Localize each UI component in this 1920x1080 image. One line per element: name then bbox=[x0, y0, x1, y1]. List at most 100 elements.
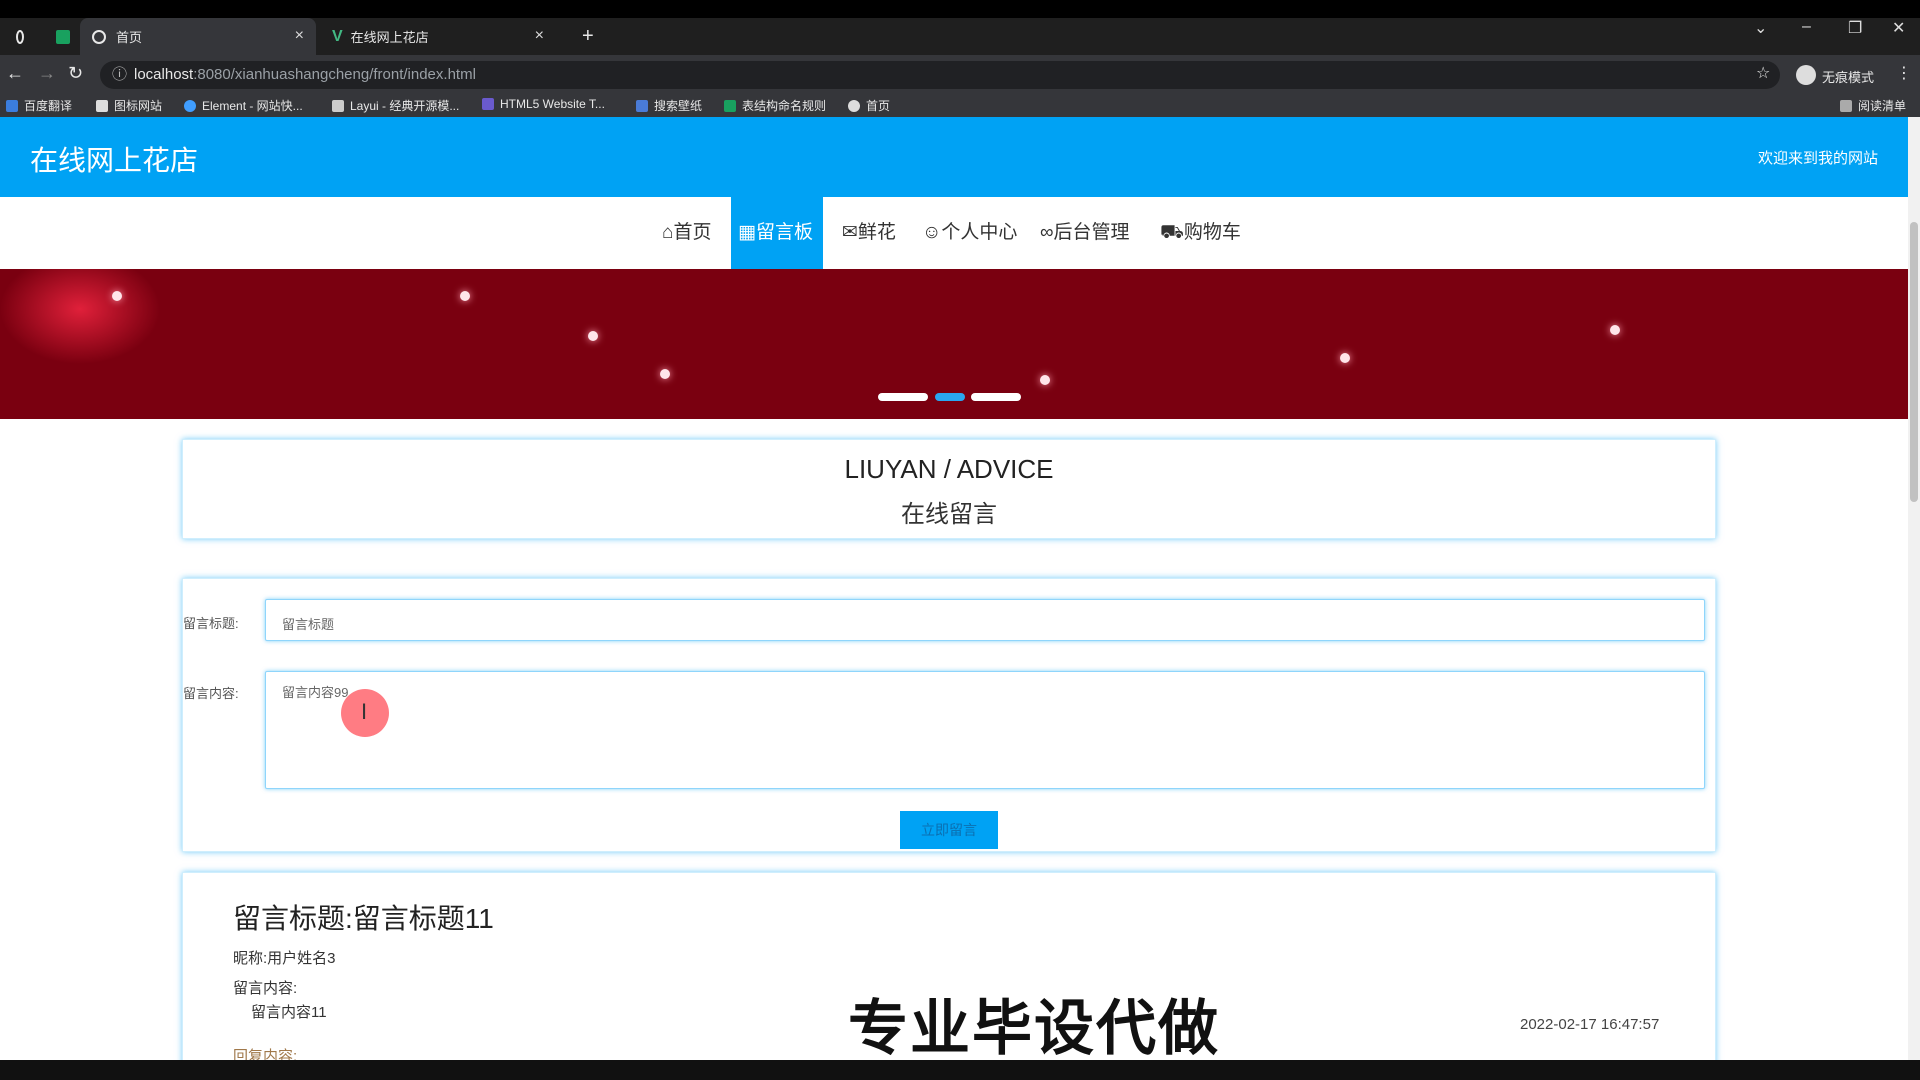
bookmark-label: 表结构命名规则 bbox=[742, 99, 827, 113]
message-title: 留言标题:留言标题11 bbox=[233, 903, 494, 934]
mail-icon: ✉ bbox=[842, 222, 858, 243]
banner-highlight bbox=[1340, 353, 1350, 363]
bookmark-label: 百度翻译 bbox=[24, 99, 73, 113]
banner-highlight bbox=[588, 331, 598, 341]
element-icon bbox=[184, 99, 196, 112]
nav-label: 后台管理 bbox=[1053, 222, 1130, 243]
scrollbar-thumb[interactable] bbox=[1910, 222, 1918, 502]
message-content-textarea[interactable]: 留言内容99 bbox=[265, 671, 1705, 789]
site-title: 在线网上花店 bbox=[30, 145, 199, 176]
bookmark-item[interactable]: 表结构命名规则 bbox=[724, 97, 826, 114]
sheet-icon bbox=[56, 29, 70, 44]
url-host: localhost bbox=[134, 66, 194, 83]
minimize-icon[interactable]: – bbox=[1802, 18, 1811, 36]
text-cursor-icon: I bbox=[361, 699, 368, 724]
nav-item-home[interactable]: ⌂首页 bbox=[652, 197, 722, 269]
cart-icon: ⛟ bbox=[1160, 222, 1184, 243]
advice-heading-card: LIUYAN / ADVICE 在线留言 bbox=[182, 439, 1716, 539]
bookmark-label: Layui - 经典开源模... bbox=[350, 99, 460, 113]
bookmark-item[interactable]: Element - 网站快... bbox=[184, 97, 303, 114]
close-tab-icon[interactable]: × bbox=[535, 27, 544, 45]
page-scrollbar[interactable] bbox=[1908, 117, 1920, 1060]
html5-icon bbox=[482, 98, 494, 110]
bookmark-item[interactable]: 搜索壁纸 bbox=[636, 97, 702, 114]
bookmark-item[interactable]: Layui - 经典开源模... bbox=[332, 97, 459, 114]
reading-list[interactable]: 阅读清单 bbox=[1840, 97, 1906, 114]
profile-label[interactable]: 无痕模式 bbox=[1822, 67, 1874, 86]
bookmark-label: Element - 网站快... bbox=[202, 99, 303, 113]
url-field[interactable]: ⓘ localhost:8080/xianhuashangcheng/front… bbox=[100, 61, 1780, 89]
browser-tab-bar: 首页 × V 在线网上花店 × + ⌄ – ❐ ✕ bbox=[0, 0, 1920, 55]
site-header: 在线网上花店 欢迎来到我的网站 bbox=[0, 117, 1908, 197]
browser-logo bbox=[4, 18, 34, 55]
tab-search-icon[interactable]: ⌄ bbox=[1754, 18, 1767, 38]
nav-item-profile[interactable]: ☺个人中心 bbox=[912, 197, 1027, 269]
bookmark-label: 首页 bbox=[866, 99, 891, 113]
layui-icon bbox=[332, 99, 344, 112]
menu-icon[interactable]: ⋮ bbox=[1896, 63, 1912, 83]
title-label: 留言标题: bbox=[183, 616, 239, 631]
bookmark-label: HTML5 Website T... bbox=[500, 97, 605, 111]
user-icon: ☺ bbox=[922, 222, 942, 243]
globe-icon bbox=[848, 99, 860, 112]
banner-highlight bbox=[112, 291, 122, 301]
incognito-icon bbox=[1796, 65, 1816, 85]
banner-highlight bbox=[660, 369, 670, 379]
carousel-dot[interactable] bbox=[878, 393, 928, 401]
carousel-dot[interactable] bbox=[971, 393, 1021, 401]
nav-label: 首页 bbox=[673, 222, 712, 243]
bookmark-item[interactable]: HTML5 Website T... bbox=[482, 97, 605, 111]
pinned-tab[interactable] bbox=[44, 18, 74, 55]
nav-label: 鲜花 bbox=[857, 222, 896, 243]
message-form-card: 留言标题: 留言标题 留言内容: 留言内容99 立即留言 bbox=[182, 578, 1716, 852]
link-icon: ∞ bbox=[1040, 222, 1054, 243]
reading-list-icon bbox=[1840, 99, 1852, 112]
carousel-dot-active[interactable] bbox=[935, 393, 965, 401]
welcome-text: 欢迎来到我的网站 bbox=[1757, 150, 1878, 167]
globe-icon bbox=[92, 29, 106, 44]
message-date: 2022-02-17 16:47:57 bbox=[1520, 1016, 1660, 1033]
bookmark-item[interactable]: 首页 bbox=[848, 97, 890, 114]
banner-highlight bbox=[1610, 325, 1620, 335]
vue-icon: V bbox=[332, 27, 343, 45]
bottom-bar bbox=[0, 1060, 1920, 1080]
main-nav: ⌂首页 ▦留言板 ✉鲜花 ☺个人中心 ∞后台管理 ⛟购物车 bbox=[0, 197, 1908, 269]
message-title-input[interactable]: 留言标题 bbox=[265, 599, 1705, 641]
bookmark-item[interactable]: 百度翻译 bbox=[6, 97, 72, 114]
message-content-label: 留言内容: bbox=[233, 980, 298, 997]
bookmark-item[interactable]: 图标网站 bbox=[96, 97, 162, 114]
bookmark-label: 图标网站 bbox=[114, 99, 163, 113]
new-tab-button[interactable]: + bbox=[570, 18, 610, 55]
nav-item-cart[interactable]: ⛟购物车 bbox=[1150, 197, 1251, 269]
submit-message-button[interactable]: 立即留言 bbox=[900, 811, 998, 849]
nav-item-admin[interactable]: ∞后台管理 bbox=[1030, 197, 1140, 269]
bookmarks-bar: 百度翻译 图标网站 Element - 网站快... Layui - 经典开源模… bbox=[0, 95, 1920, 118]
home-icon: ⌂ bbox=[662, 222, 674, 243]
tab-label: 首页 bbox=[116, 30, 143, 45]
url-path: :8080/xianhuashangcheng/front/index.html bbox=[193, 66, 476, 83]
advice-title: LIUYAN / ADVICE bbox=[844, 454, 1054, 484]
address-bar-row: ← → ↻ ⓘ localhost:8080/xianhuashangcheng… bbox=[0, 55, 1920, 95]
sheet-icon bbox=[724, 99, 736, 112]
info-icon: ⓘ bbox=[112, 66, 128, 83]
close-tab-icon[interactable]: × bbox=[295, 27, 304, 45]
flag-icon bbox=[96, 99, 108, 112]
nav-item-flowers[interactable]: ✉鲜花 bbox=[832, 197, 906, 269]
nav-item-message-board[interactable]: ▦留言板 bbox=[731, 197, 823, 269]
tab-home[interactable]: 首页 × bbox=[80, 18, 316, 55]
back-icon[interactable]: ← bbox=[6, 63, 24, 84]
close-window-icon[interactable]: ✕ bbox=[1892, 18, 1905, 38]
forward-icon[interactable]: → bbox=[38, 63, 56, 84]
video-watermark: 专业毕设代做 bbox=[848, 995, 1220, 1062]
advice-subtitle: 在线留言 bbox=[901, 501, 997, 528]
restore-icon[interactable]: ❐ bbox=[1848, 18, 1862, 38]
bookmark-star-icon[interactable]: ☆ bbox=[1756, 63, 1770, 83]
message-content: 留言内容11 bbox=[251, 1004, 327, 1021]
reload-icon[interactable]: ↻ bbox=[68, 63, 83, 84]
bookmark-label: 搜索壁纸 bbox=[654, 99, 703, 113]
board-icon: ▦ bbox=[738, 222, 756, 243]
message-nickname: 昵称:用户姓名3 bbox=[233, 950, 336, 967]
tab-flower-shop[interactable]: V 在线网上花店 × bbox=[320, 18, 556, 55]
nav-label: 购物车 bbox=[1183, 222, 1241, 243]
content-label: 留言内容: bbox=[183, 686, 239, 701]
